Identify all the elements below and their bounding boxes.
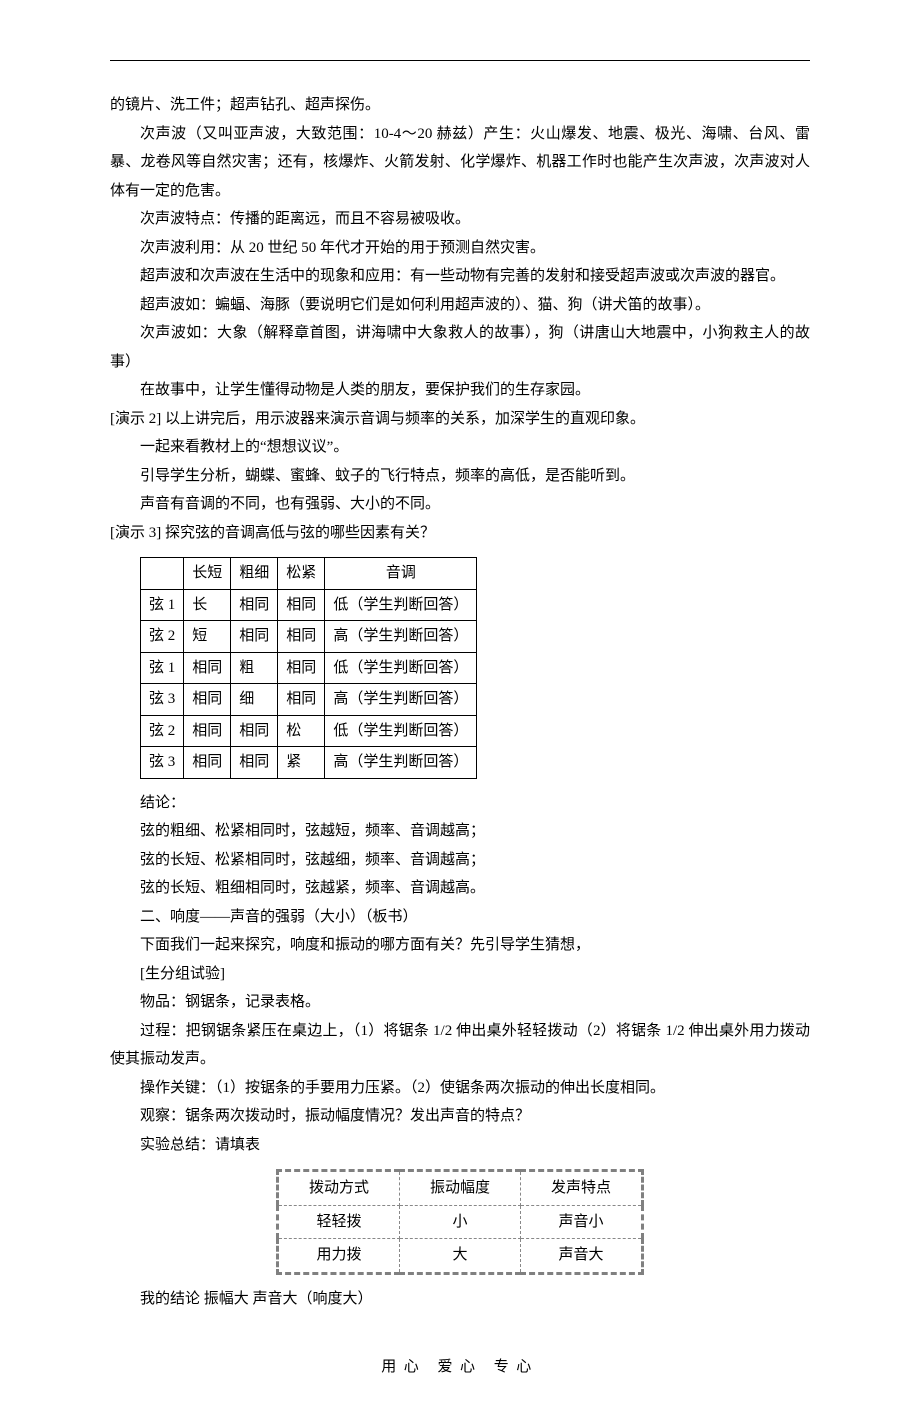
table-cell: 相同 xyxy=(278,621,325,653)
paragraph: 一起来看教材上的“想想议议”。 xyxy=(110,433,810,462)
table-cell: 弦 3 xyxy=(141,747,184,779)
paragraph: 次声波如：大象（解释章首图，讲海啸中大象救人的故事），狗（讲唐山大地震中，小狗救… xyxy=(110,319,810,376)
table-header: 音调 xyxy=(325,558,477,590)
table-header: 长短 xyxy=(184,558,231,590)
table-cell: 相同 xyxy=(278,652,325,684)
table-cell: 声音大 xyxy=(521,1239,643,1274)
table-header: 粗细 xyxy=(231,558,278,590)
table-cell: 相同 xyxy=(278,684,325,716)
paragraph: 次声波（又叫亚声波，大致范围：10-4～20 赫兹）产生：火山爆发、地震、极光、… xyxy=(110,120,810,206)
table-cell: 相同 xyxy=(184,684,231,716)
paragraph: [演示 2] 以上讲完后，用示波器来演示音调与频率的关系，加深学生的直观印象。 xyxy=(110,405,810,434)
paragraph: 下面我们一起来探究，响度和振动的哪方面有关？先引导学生猜想， xyxy=(110,931,810,960)
table-cell: 粗 xyxy=(231,652,278,684)
document-page: 的镜片、洗工件；超声钻孔、超声探伤。 次声波（又叫亚声波，大致范围：10-4～2… xyxy=(0,0,920,1422)
paragraph: 观察：锯条两次拨动时，振动幅度情况？发出声音的特点？ xyxy=(110,1102,810,1131)
experiment-summary-table: 拨动方式 振动幅度 发声特点 轻轻拨 小 声音小 用力拨 大 声音大 xyxy=(276,1169,644,1275)
paragraph: 物品：钢锯条，记录表格。 xyxy=(110,988,810,1017)
table-cell: 声音小 xyxy=(521,1205,643,1239)
paragraph: 弦的长短、粗细相同时，弦越紧，频率、音调越高。 xyxy=(110,874,810,903)
table-header: 发声特点 xyxy=(521,1171,643,1206)
table-header-row: 长短 粗细 松紧 音调 xyxy=(141,558,477,590)
table-cell: 低（学生判断回答） xyxy=(325,589,477,621)
table-cell: 小 xyxy=(399,1205,520,1239)
paragraph: 引导学生分析，蝴蝶、蜜蜂、蚊子的飞行特点，频率的高低，是否能听到。 xyxy=(110,462,810,491)
paragraph: 超声波和次声波在生活中的现象和应用：有一些动物有完善的发射和接受超声波或次声波的… xyxy=(110,262,810,291)
table-row: 弦 2 相同 相同 松 低（学生判断回答） xyxy=(141,715,477,747)
string-pitch-table: 长短 粗细 松紧 音调 弦 1 长 相同 相同 低（学生判断回答） 弦 2 短 … xyxy=(140,557,477,779)
paragraph: 弦的粗细、松紧相同时，弦越短，频率、音调越高； xyxy=(110,817,810,846)
table-header-row: 拨动方式 振动幅度 发声特点 xyxy=(277,1171,642,1206)
table-cell: 短 xyxy=(184,621,231,653)
table-cell: 相同 xyxy=(278,589,325,621)
table-row: 弦 1 长 相同 相同 低（学生判断回答） xyxy=(141,589,477,621)
table-header: 松紧 xyxy=(278,558,325,590)
table-cell: 高（学生判断回答） xyxy=(325,747,477,779)
paragraph: 弦的长短、松紧相同时，弦越细，频率、音调越高； xyxy=(110,846,810,875)
table-header xyxy=(141,558,184,590)
table-cell: 低（学生判断回答） xyxy=(325,652,477,684)
paragraph: 过程：把钢锯条紧压在桌边上，（1）将锯条 1/2 伸出桌外轻轻拨动（2）将锯条 … xyxy=(110,1017,810,1074)
table-row: 弦 3 相同 细 相同 高（学生判断回答） xyxy=(141,684,477,716)
paragraph: 操作关键：（1）按锯条的手要用力压紧。（2）使锯条两次振动的伸出长度相同。 xyxy=(110,1074,810,1103)
table-cell: 相同 xyxy=(184,747,231,779)
paragraph: 在故事中，让学生懂得动物是人类的朋友，要保护我们的生存家园。 xyxy=(110,376,810,405)
paragraph: 实验总结：请填表 xyxy=(110,1131,810,1160)
table-cell: 弦 1 xyxy=(141,589,184,621)
paragraph: 结论： xyxy=(110,789,810,818)
table-cell: 相同 xyxy=(231,589,278,621)
paragraph: [生分组试验] xyxy=(110,960,810,989)
paragraph: 次声波利用：从 20 世纪 50 年代才开始的用于预测自然灾害。 xyxy=(110,234,810,263)
table-row: 弦 3 相同 相同 紧 高（学生判断回答） xyxy=(141,747,477,779)
table-cell: 弦 2 xyxy=(141,621,184,653)
table-cell: 松 xyxy=(278,715,325,747)
table-cell: 高（学生判断回答） xyxy=(325,684,477,716)
paragraph: [演示 3] 探究弦的音调高低与弦的哪些因素有关？ xyxy=(110,519,810,548)
page-footer: 用心 爱心 专心 xyxy=(110,1353,810,1382)
table-cell: 相同 xyxy=(231,715,278,747)
table-row: 用力拨 大 声音大 xyxy=(277,1239,642,1274)
table-cell: 紧 xyxy=(278,747,325,779)
table-cell: 细 xyxy=(231,684,278,716)
table-row: 弦 1 相同 粗 相同 低（学生判断回答） xyxy=(141,652,477,684)
table-cell: 弦 1 xyxy=(141,652,184,684)
paragraph: 我的结论 振幅大 声音大（响度大） xyxy=(110,1285,810,1314)
table-cell: 大 xyxy=(399,1239,520,1274)
table-cell: 弦 2 xyxy=(141,715,184,747)
table-cell: 相同 xyxy=(231,621,278,653)
table-cell: 长 xyxy=(184,589,231,621)
table-header: 拨动方式 xyxy=(277,1171,399,1206)
table-cell: 低（学生判断回答） xyxy=(325,715,477,747)
table-header: 振动幅度 xyxy=(399,1171,520,1206)
paragraph: 二、响度——声音的强弱（大小）（板书） xyxy=(110,903,810,932)
table-cell: 弦 3 xyxy=(141,684,184,716)
top-rule xyxy=(110,60,810,61)
table-cell: 相同 xyxy=(184,652,231,684)
table-cell: 相同 xyxy=(184,715,231,747)
paragraph: 次声波特点：传播的距离远，而且不容易被吸收。 xyxy=(110,205,810,234)
paragraph: 的镜片、洗工件；超声钻孔、超声探伤。 xyxy=(110,91,810,120)
paragraph: 声音有音调的不同，也有强弱、大小的不同。 xyxy=(110,490,810,519)
paragraph: 超声波如：蝙蝠、海豚（要说明它们是如何利用超声波的）、猫、狗（讲犬笛的故事）。 xyxy=(110,291,810,320)
table-cell: 轻轻拨 xyxy=(277,1205,399,1239)
table-row: 弦 2 短 相同 相同 高（学生判断回答） xyxy=(141,621,477,653)
table-cell: 用力拨 xyxy=(277,1239,399,1274)
table-row: 轻轻拨 小 声音小 xyxy=(277,1205,642,1239)
table-cell: 相同 xyxy=(231,747,278,779)
table-cell: 高（学生判断回答） xyxy=(325,621,477,653)
